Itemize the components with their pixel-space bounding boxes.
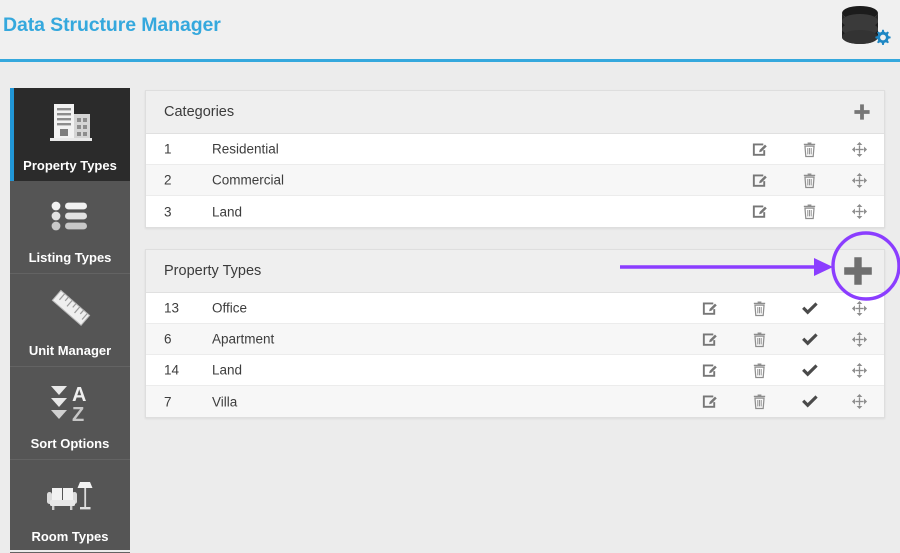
edit-icon[interactable]: [684, 293, 734, 324]
row-name: Office: [212, 301, 247, 316]
table-row[interactable]: 7 Villa: [146, 386, 884, 417]
trash-icon[interactable]: [784, 165, 834, 196]
ruler-icon: [10, 282, 130, 336]
row-actions: [734, 134, 884, 164]
trash-icon[interactable]: [734, 386, 784, 417]
main-content: Categories 1 Residential: [145, 90, 885, 418]
row-name: Villa: [212, 394, 237, 409]
row-name: Commercial: [212, 173, 284, 188]
sidebar-item-label: Room Types: [10, 529, 130, 544]
row-id: 7: [164, 394, 172, 409]
move-icon[interactable]: [834, 355, 884, 386]
move-icon[interactable]: [834, 386, 884, 417]
trash-icon[interactable]: [784, 134, 834, 165]
row-name: Apartment: [212, 332, 274, 347]
row-actions: [684, 293, 884, 323]
categories-panel: Categories 1 Residential: [145, 90, 885, 228]
table-row[interactable]: 14 Land: [146, 355, 884, 386]
move-icon[interactable]: [834, 165, 884, 196]
table-row[interactable]: 2 Commercial: [146, 165, 884, 196]
property-types-panel-title: Property Types: [164, 263, 261, 279]
row-actions: [684, 324, 884, 354]
edit-icon[interactable]: [684, 386, 734, 417]
property-types-panel: Property Types 13 Office: [145, 249, 885, 418]
sofa-lamp-icon: [10, 468, 130, 522]
header-divider: [0, 59, 900, 62]
row-name: Residential: [212, 142, 279, 157]
check-icon[interactable]: [784, 324, 834, 355]
categories-panel-title: Categories: [164, 104, 234, 120]
row-id: 6: [164, 332, 172, 347]
svg-text:Z: Z: [72, 404, 84, 425]
row-actions: [684, 386, 884, 417]
page-title: Data Structure Manager: [3, 14, 221, 37]
move-icon[interactable]: [834, 196, 884, 227]
building-icon: [10, 96, 130, 150]
row-id: 14: [164, 363, 179, 378]
check-icon[interactable]: [784, 355, 834, 386]
edit-icon[interactable]: [734, 134, 784, 165]
sidebar: Property Types Listing Types: [10, 88, 130, 550]
trash-icon[interactable]: [734, 293, 784, 324]
table-row[interactable]: 3 Land: [146, 196, 884, 227]
table-row[interactable]: 1 Residential: [146, 134, 884, 165]
table-row[interactable]: 13 Office: [146, 293, 884, 324]
app-header: Data Structure Manager: [0, 0, 900, 59]
sidebar-item-listing-types[interactable]: Listing Types: [10, 181, 130, 274]
sidebar-item-unit-manager[interactable]: Unit Manager: [10, 274, 130, 367]
row-actions: [684, 355, 884, 385]
property-types-panel-header: Property Types: [146, 250, 884, 293]
row-name: Land: [212, 204, 242, 219]
categories-panel-header: Categories: [146, 91, 884, 134]
move-icon[interactable]: [834, 134, 884, 165]
database-gear-icon: [836, 3, 892, 53]
check-icon[interactable]: [784, 293, 834, 324]
row-actions: [734, 196, 884, 227]
row-id: 13: [164, 301, 179, 316]
sidebar-item-label: Sort Options: [10, 436, 130, 451]
sidebar-item-property-types[interactable]: Property Types: [10, 88, 130, 181]
table-row[interactable]: 6 Apartment: [146, 324, 884, 355]
edit-icon[interactable]: [684, 324, 734, 355]
sidebar-item-label: Unit Manager: [10, 343, 130, 358]
check-icon[interactable]: [784, 386, 834, 417]
move-icon[interactable]: [834, 324, 884, 355]
sidebar-item-room-types[interactable]: Room Types: [10, 460, 130, 553]
sort-az-icon: A Z: [10, 375, 130, 429]
row-id: 3: [164, 204, 172, 219]
property-types-add-button[interactable]: [842, 255, 874, 287]
edit-icon[interactable]: [734, 165, 784, 196]
sidebar-item-label: Property Types: [10, 158, 130, 173]
trash-icon[interactable]: [784, 196, 834, 227]
edit-icon[interactable]: [684, 355, 734, 386]
trash-icon[interactable]: [734, 355, 784, 386]
row-name: Land: [212, 363, 242, 378]
move-icon[interactable]: [834, 293, 884, 324]
row-id: 2: [164, 173, 172, 188]
sidebar-item-sort-options[interactable]: A Z Sort Options: [10, 367, 130, 460]
categories-add-button[interactable]: [853, 103, 871, 121]
svg-text:A: A: [72, 384, 86, 406]
row-actions: [734, 165, 884, 195]
trash-icon[interactable]: [734, 324, 784, 355]
bullet-list-icon: [10, 189, 130, 243]
row-id: 1: [164, 142, 172, 157]
sidebar-item-label: Listing Types: [10, 250, 130, 265]
edit-icon[interactable]: [734, 196, 784, 227]
